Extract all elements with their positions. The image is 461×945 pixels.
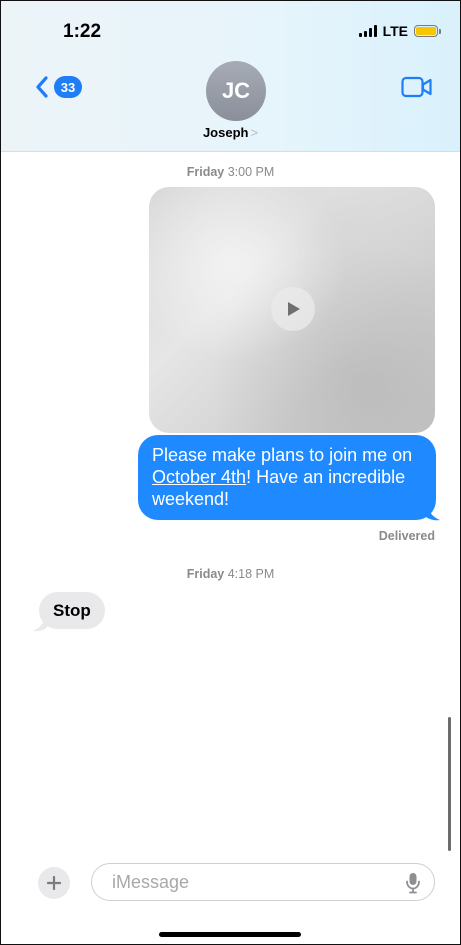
timestamp-1: Friday 3:00 PM <box>1 165 460 179</box>
back-button[interactable]: 33 <box>35 75 82 99</box>
contact-name-row[interactable]: Joseph > <box>1 125 460 140</box>
outgoing-bubble-tail <box>426 501 440 521</box>
incoming-message-bubble[interactable]: Stop <box>39 592 105 629</box>
timestamp-1-time: 3:00 PM <box>227 165 275 179</box>
chevron-right-icon: > <box>250 125 259 140</box>
message-input[interactable] <box>110 871 394 894</box>
date-link[interactable]: October 4th <box>152 467 246 487</box>
network-label: LTE <box>382 23 408 39</box>
video-attachment[interactable] <box>149 187 435 433</box>
timestamp-2: Friday 4:18 PM <box>1 567 460 581</box>
scrollbar[interactable] <box>448 717 451 851</box>
timestamp-1-day: Friday <box>186 165 225 179</box>
status-indicators: LTE <box>358 23 441 39</box>
video-camera-icon <box>401 76 432 98</box>
message-compose-field[interactable] <box>91 863 435 901</box>
messages-screen: 1:22 LTE 33 JC Joseph > Friday 3:00 PM P… <box>0 0 461 945</box>
status-time: 1:22 <box>63 21 102 42</box>
timestamp-2-time: 4:18 PM <box>227 567 275 581</box>
apps-button[interactable] <box>38 867 70 899</box>
contact-name: Joseph <box>202 125 249 140</box>
dictation-button[interactable] <box>406 872 420 899</box>
home-indicator[interactable] <box>159 932 301 937</box>
microphone-icon <box>406 873 420 894</box>
timestamp-2-day: Friday <box>186 567 225 581</box>
contact-avatar[interactable]: JC <box>206 61 266 121</box>
battery-icon <box>414 25 441 37</box>
delivery-status: Delivered <box>378 529 435 543</box>
outgoing-text-part-1: Please make plans to join me on <box>152 445 413 465</box>
signal-icon <box>358 25 377 37</box>
conversation-header: 1:22 LTE 33 JC Joseph > <box>1 1 460 152</box>
chevron-left-icon <box>36 76 48 98</box>
outgoing-message-bubble[interactable]: Please make plans to join me on October … <box>138 435 436 520</box>
play-icon <box>288 302 300 316</box>
plus-icon <box>47 876 61 890</box>
facetime-video-button[interactable] <box>401 76 433 103</box>
unread-count-badge: 33 <box>54 76 82 98</box>
play-button[interactable] <box>271 287 315 331</box>
